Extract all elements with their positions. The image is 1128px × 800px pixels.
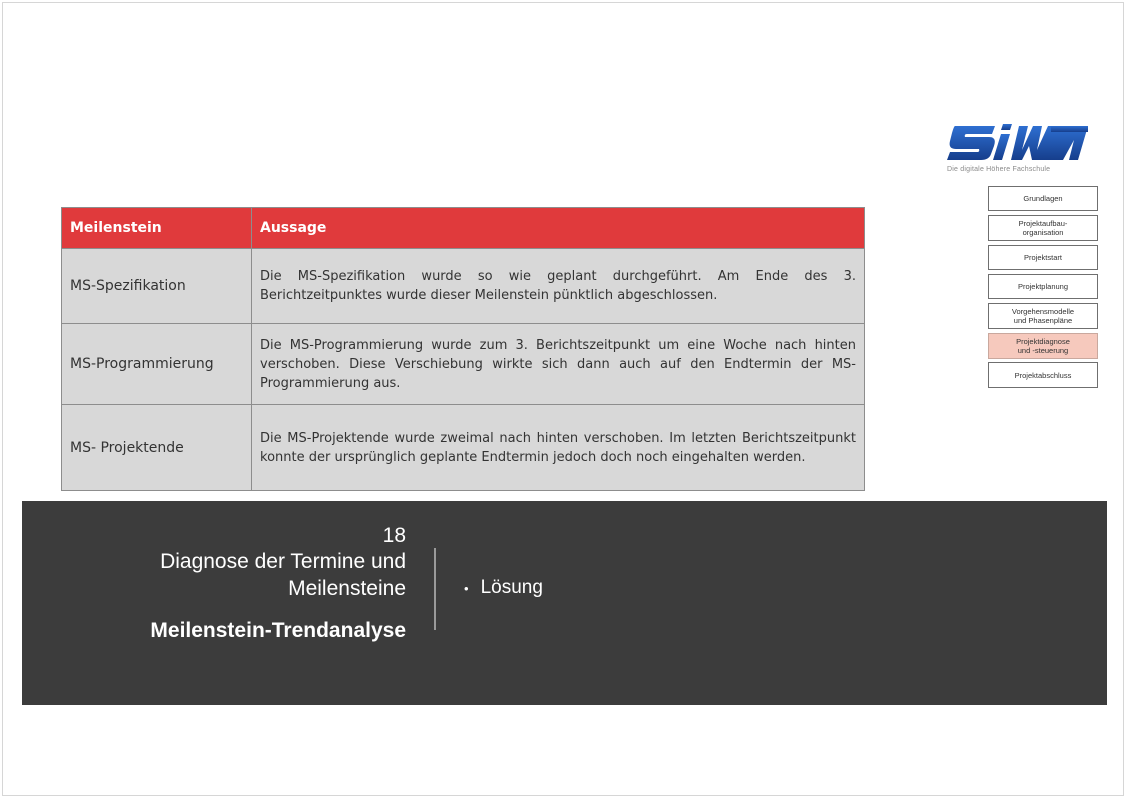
- milestone-cell: MS-Spezifikation: [61, 248, 252, 324]
- milestone-cell: MS-Programmierung: [61, 323, 252, 405]
- nav-item-label: Projektstart: [1024, 253, 1062, 262]
- milestone-cell: MS- Projektende: [61, 404, 252, 491]
- nav-item-label: Projektplanung: [1017, 282, 1069, 291]
- section-title-line2: Meilensteine: [288, 577, 406, 600]
- table-row: MS-Spezifikation Die MS-Spezifikation wu…: [61, 248, 865, 324]
- nav-item-label: Projektdiagnose und -steuerung: [1016, 337, 1070, 355]
- column-header-meilenstein: Meilenstein: [61, 207, 252, 249]
- table-row: MS- Projektende Die MS-Projektende wurde…: [61, 404, 865, 491]
- section-title-line1: Diagnose der Termine und: [160, 550, 406, 573]
- nav-item-label: Vorgehensmodelle und Phasenpläne: [1011, 307, 1075, 325]
- bullet-dot-icon: •: [464, 580, 469, 596]
- table-row: MS-Programmierung Die MS-Programmierung …: [61, 323, 865, 405]
- nav-item-vorgehensmodelle[interactable]: Vorgehensmodelle und Phasenpläne: [988, 303, 1098, 329]
- statement-cell: Die MS-Programmierung wurde zum 3. Beric…: [251, 323, 865, 405]
- milestone-table: Meilenstein Aussage MS-Spezifikation Die…: [61, 207, 865, 491]
- nav-item-label: Projektabschluss: [1014, 370, 1072, 380]
- nav-item-projektdiagnose[interactable]: Projektdiagnose und -steuerung: [988, 333, 1098, 359]
- footer-title-block: 18 Diagnose der Termine und Meilensteine…: [46, 523, 406, 643]
- siw-logo: Die digitale Höhere Fachschule: [947, 118, 1092, 178]
- logo-tagline: Die digitale Höhere Fachschule: [947, 166, 1051, 173]
- nav-item-label: Projektaufbau- organisation: [1018, 219, 1068, 237]
- nav-item-grundlagen[interactable]: Grundlagen: [988, 186, 1098, 211]
- nav-item-projektaufbauorganisation[interactable]: Projektaufbau- organisation: [988, 215, 1098, 241]
- table-header-row: Meilenstein Aussage: [61, 207, 865, 249]
- nav-item-label: Grundlagen: [1023, 194, 1063, 203]
- bullet-text: Lösung: [480, 577, 543, 598]
- bullet-item: • Lösung: [464, 577, 543, 599]
- nav-item-projektstart[interactable]: Projektstart: [988, 245, 1098, 270]
- statement-cell: Die MS-Projektende wurde zweimal nach hi…: [251, 404, 865, 491]
- footer-divider: [434, 548, 436, 630]
- slide-subtitle: Meilenstein-Trendanalyse: [150, 619, 406, 642]
- siw-logo-mark: [947, 124, 1088, 160]
- slide-number: 18: [382, 524, 406, 547]
- nav-item-projektabschluss[interactable]: Projektabschluss: [988, 362, 1098, 388]
- footer-band: 18 Diagnose der Termine und Meilensteine…: [22, 501, 1107, 705]
- column-header-aussage: Aussage: [251, 207, 865, 249]
- statement-cell: Die MS-Spezifikation wurde so wie geplan…: [251, 248, 865, 324]
- nav-item-projektplanung[interactable]: Projektplanung: [988, 274, 1098, 299]
